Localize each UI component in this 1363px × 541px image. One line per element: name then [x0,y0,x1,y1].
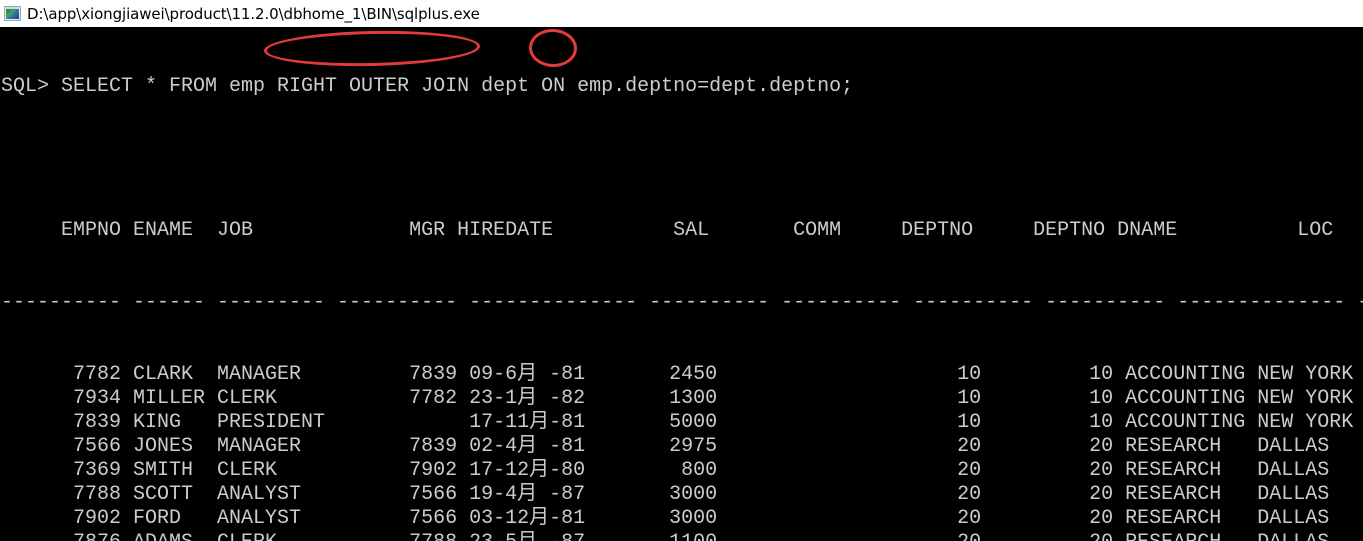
title-bar[interactable]: D:\app\xiongjiawei\product\11.2.0\dbhome… [0,0,1363,27]
table-row: 7369 SMITH CLERK 7902 17-12月-80 800 20 2… [1,459,1330,482]
console-output-area[interactable]: SQL> SELECT * FROM emp RIGHT OUTER JOIN … [0,27,1363,541]
window-title: D:\app\xiongjiawei\product\11.2.0\dbhome… [27,4,480,23]
table-rows: 7782 CLARK MANAGER 7839 09-6月 -81 2450 1… [0,363,1363,541]
table-row: 7839 KING PRESIDENT 17-11月-81 5000 10 10… [1,411,1354,434]
table-row: 7788 SCOTT ANALYST 7566 19-4月 -87 3000 2… [1,483,1330,506]
sqlplus-console-window: D:\app\xiongjiawei\product\11.2.0\dbhome… [0,0,1363,541]
table-header-line: EMPNO ENAME JOB MGR HIREDATE SAL COMM DE… [1,219,1334,242]
table-row: 7566 JONES MANAGER 7839 02-4月 -81 2975 2… [1,435,1330,458]
console-window-icon [4,6,21,21]
command-line: SQL> SELECT * FROM emp RIGHT OUTER JOIN … [1,75,854,98]
table-separator-line: ---------- ------ --------- ---------- -… [1,291,1363,314]
table-row: 7934 MILLER CLERK 7782 23-1月 -82 1300 10… [1,387,1354,410]
table-row: 7782 CLARK MANAGER 7839 09-6月 -81 2450 1… [1,363,1354,386]
table-row: 7876 ADAMS CLERK 7788 23-5月 -87 1100 20 … [0,531,1363,541]
table-row: 7902 FORD ANALYST 7566 03-12月-81 3000 20… [1,507,1330,530]
